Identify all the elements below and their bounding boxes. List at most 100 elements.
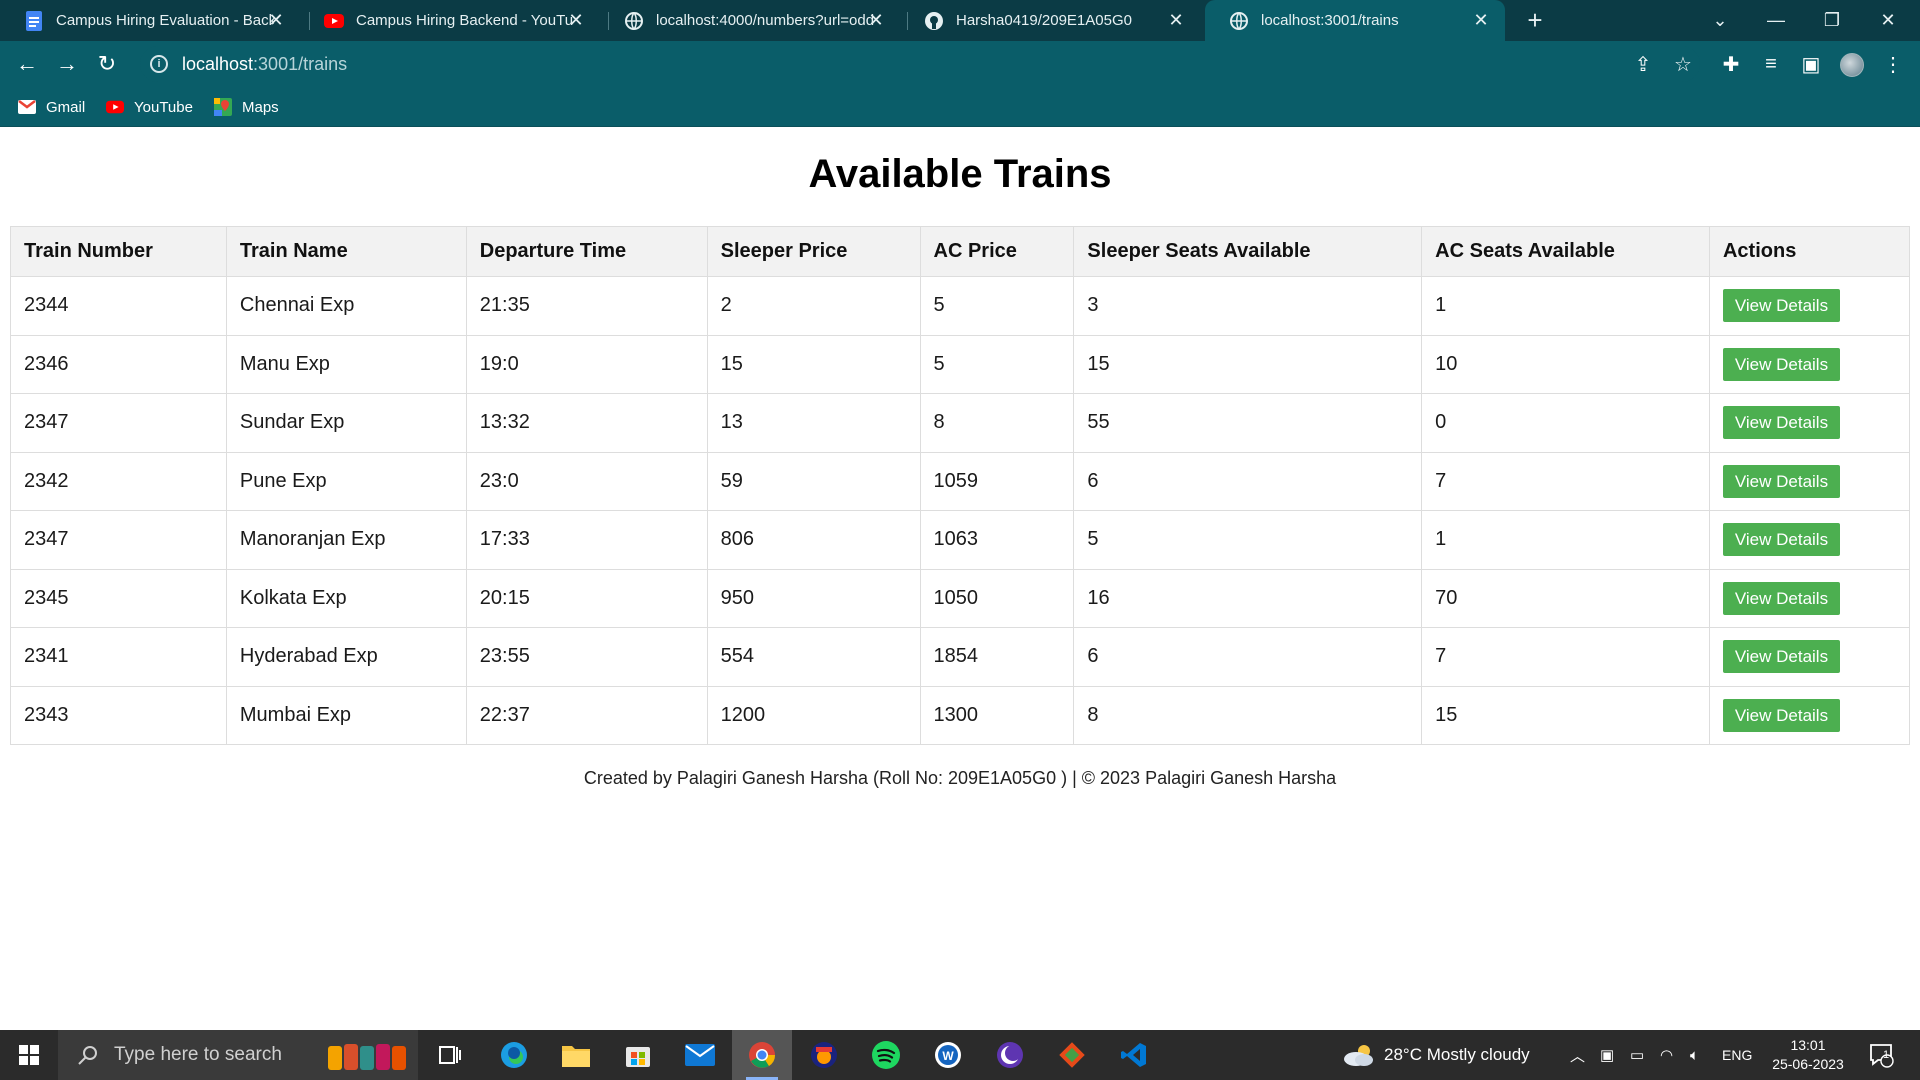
sleeper-seats-cell: 16: [1073, 568, 1423, 628]
bookmark-label: Gmail: [46, 98, 86, 116]
taskbar-app-blue[interactable]: [794, 1030, 854, 1080]
taskbar-chrome[interactable]: [732, 1030, 792, 1080]
media-controls-icon[interactable]: ≡: [1758, 51, 1784, 77]
view-details-button[interactable]: View Details: [1722, 698, 1840, 732]
tab-localhost-4000[interactable]: localhost:4000/numbers?url=odd ✕: [600, 0, 900, 41]
bookmark-youtube[interactable]: YouTube: [106, 96, 193, 118]
view-details-button[interactable]: View Details: [1722, 523, 1840, 557]
view-details-button[interactable]: View Details: [1722, 640, 1840, 674]
column-header-sleeper-price: Sleeper Price: [706, 226, 921, 277]
ac-seats-cell: 1: [1421, 276, 1710, 336]
ac-seats-cell: 15: [1421, 685, 1710, 745]
share-icon[interactable]: ⇪: [1630, 51, 1656, 77]
taskbar-edge[interactable]: [484, 1030, 544, 1080]
restore-button[interactable]: ❐: [1804, 0, 1860, 41]
view-details-button[interactable]: View Details: [1722, 289, 1840, 323]
meet-now-icon[interactable]: ▣: [1600, 1030, 1614, 1080]
sleeper-price-cell: 15: [706, 334, 921, 394]
language-indicator[interactable]: ENG: [1722, 1030, 1752, 1080]
train-number-cell: 2345: [10, 568, 227, 628]
notification-icon: [1870, 1044, 1894, 1068]
view-details-button[interactable]: View Details: [1722, 581, 1840, 615]
taskbar-file-explorer[interactable]: [546, 1030, 606, 1080]
tray-overflow-chevron-icon[interactable]: ︿: [1570, 1030, 1585, 1080]
train-name-cell: Pune Exp: [225, 451, 467, 511]
train-name-cell: Mumbai Exp: [225, 685, 467, 745]
sleeper-price-cell: 554: [706, 627, 921, 687]
train-name-cell: Manu Exp: [225, 334, 467, 394]
train-name-cell: Manoranjan Exp: [225, 510, 467, 570]
youtube-icon: [106, 98, 124, 116]
notification-center-button[interactable]: 1: [1868, 1030, 1894, 1080]
close-icon[interactable]: ✕: [566, 10, 586, 30]
table-row: 2346 Manu Exp 19:0 15 5 15 10 View Detai…: [10, 334, 1911, 394]
tab-title: localhost:4000/numbers?url=odd: [656, 12, 874, 29]
bookmark-label: YouTube: [134, 98, 193, 116]
minimize-button[interactable]: —: [1748, 0, 1804, 41]
spotify-icon: [872, 1041, 900, 1069]
column-header-departure-time: Departure Time: [465, 226, 708, 277]
actions-cell: View Details: [1708, 451, 1911, 511]
forward-button[interactable]: →: [52, 49, 82, 79]
address-bar[interactable]: i localhost:3001/trains: [140, 46, 1700, 82]
start-button[interactable]: [0, 1030, 58, 1080]
page-title: Available Trains: [808, 152, 1112, 196]
close-icon[interactable]: ✕: [1471, 10, 1491, 30]
sleeper-seats-cell: 6: [1073, 627, 1423, 687]
view-details-button[interactable]: View Details: [1722, 464, 1840, 498]
menu-kebab-icon[interactable]: ⋮: [1880, 51, 1906, 77]
taskbar-spotify[interactable]: [856, 1030, 916, 1080]
ac-price-cell: 1300: [919, 685, 1075, 745]
bookmark-star-icon[interactable]: ☆: [1670, 51, 1696, 77]
bookmark-maps[interactable]: Maps: [214, 96, 279, 118]
taskbar-app-moon[interactable]: [980, 1030, 1040, 1080]
tab-localhost-3001-trains[interactable]: localhost:3001/trains ✕: [1205, 0, 1505, 41]
departure-time-cell: 19:0: [465, 334, 708, 394]
taskbar-app-w[interactable]: W: [918, 1030, 978, 1080]
departure-time-cell: 23:0: [465, 451, 708, 511]
tab-campus-hiring-backend[interactable]: Campus Hiring Backend - YouTub ✕: [300, 0, 600, 41]
train-number-cell: 2346: [10, 334, 227, 394]
browser-toolbar: ← → ↻ i localhost:3001/trains ⇪ ☆ ✚ ≡ ▣ …: [0, 41, 1920, 87]
weather-widget[interactable]: 28°C Mostly cloudy: [1342, 1030, 1530, 1080]
battery-icon[interactable]: ▭: [1630, 1030, 1644, 1080]
tab-github-repo[interactable]: Harsha0419/209E1A05G0 ✕: [900, 0, 1200, 41]
app-circle-icon: [811, 1042, 837, 1068]
taskbar-mail[interactable]: [670, 1030, 730, 1080]
back-button[interactable]: ←: [12, 49, 42, 79]
close-icon[interactable]: ✕: [266, 10, 286, 30]
chrome-icon: [749, 1042, 776, 1068]
taskbar-git[interactable]: [1042, 1030, 1102, 1080]
new-tab-button[interactable]: +: [1520, 6, 1550, 36]
view-details-button[interactable]: View Details: [1722, 347, 1840, 381]
mail-icon: [685, 1044, 715, 1066]
wifi-icon[interactable]: ◠: [1660, 1030, 1673, 1080]
sleeper-price-cell: 806: [706, 510, 921, 570]
system-clock[interactable]: 13:01 25-06-2023: [1760, 1036, 1856, 1074]
site-info-icon[interactable]: i: [150, 55, 168, 73]
sleeper-seats-cell: 15: [1073, 334, 1423, 394]
taskbar-search-box[interactable]: Type here to search: [58, 1030, 418, 1080]
bookmark-gmail[interactable]: Gmail: [18, 96, 85, 118]
table-row: 2343 Mumbai Exp 22:37 1200 1300 8 15 Vie…: [10, 685, 1911, 745]
volume-icon[interactable]: 🔈︎: [1690, 1030, 1699, 1080]
svg-text:W: W: [942, 1049, 954, 1063]
tab-campus-hiring-evaluation[interactable]: Campus Hiring Evaluation - Back ✕: [0, 0, 300, 41]
view-details-button[interactable]: View Details: [1722, 406, 1840, 440]
extensions-icon[interactable]: ✚: [1718, 51, 1744, 77]
address-url[interactable]: localhost:3001/trains: [182, 54, 347, 75]
task-view-button[interactable]: [420, 1030, 480, 1080]
taskbar-vscode[interactable]: [1104, 1030, 1164, 1080]
close-icon[interactable]: ✕: [866, 10, 886, 30]
side-panel-icon[interactable]: ▣: [1798, 51, 1824, 77]
search-icon: [78, 1046, 97, 1065]
sleeper-price-cell: 950: [706, 568, 921, 628]
reload-button[interactable]: ↻: [92, 49, 122, 79]
tab-title: Harsha0419/209E1A05G0: [956, 12, 1132, 29]
app-w-icon: W: [935, 1042, 961, 1068]
tab-search-chevron-icon[interactable]: ⌄: [1692, 0, 1748, 41]
close-window-button[interactable]: ✕: [1860, 0, 1916, 41]
close-icon[interactable]: ✕: [1166, 10, 1186, 30]
profile-avatar[interactable]: [1840, 53, 1864, 77]
taskbar-store[interactable]: [608, 1030, 668, 1080]
